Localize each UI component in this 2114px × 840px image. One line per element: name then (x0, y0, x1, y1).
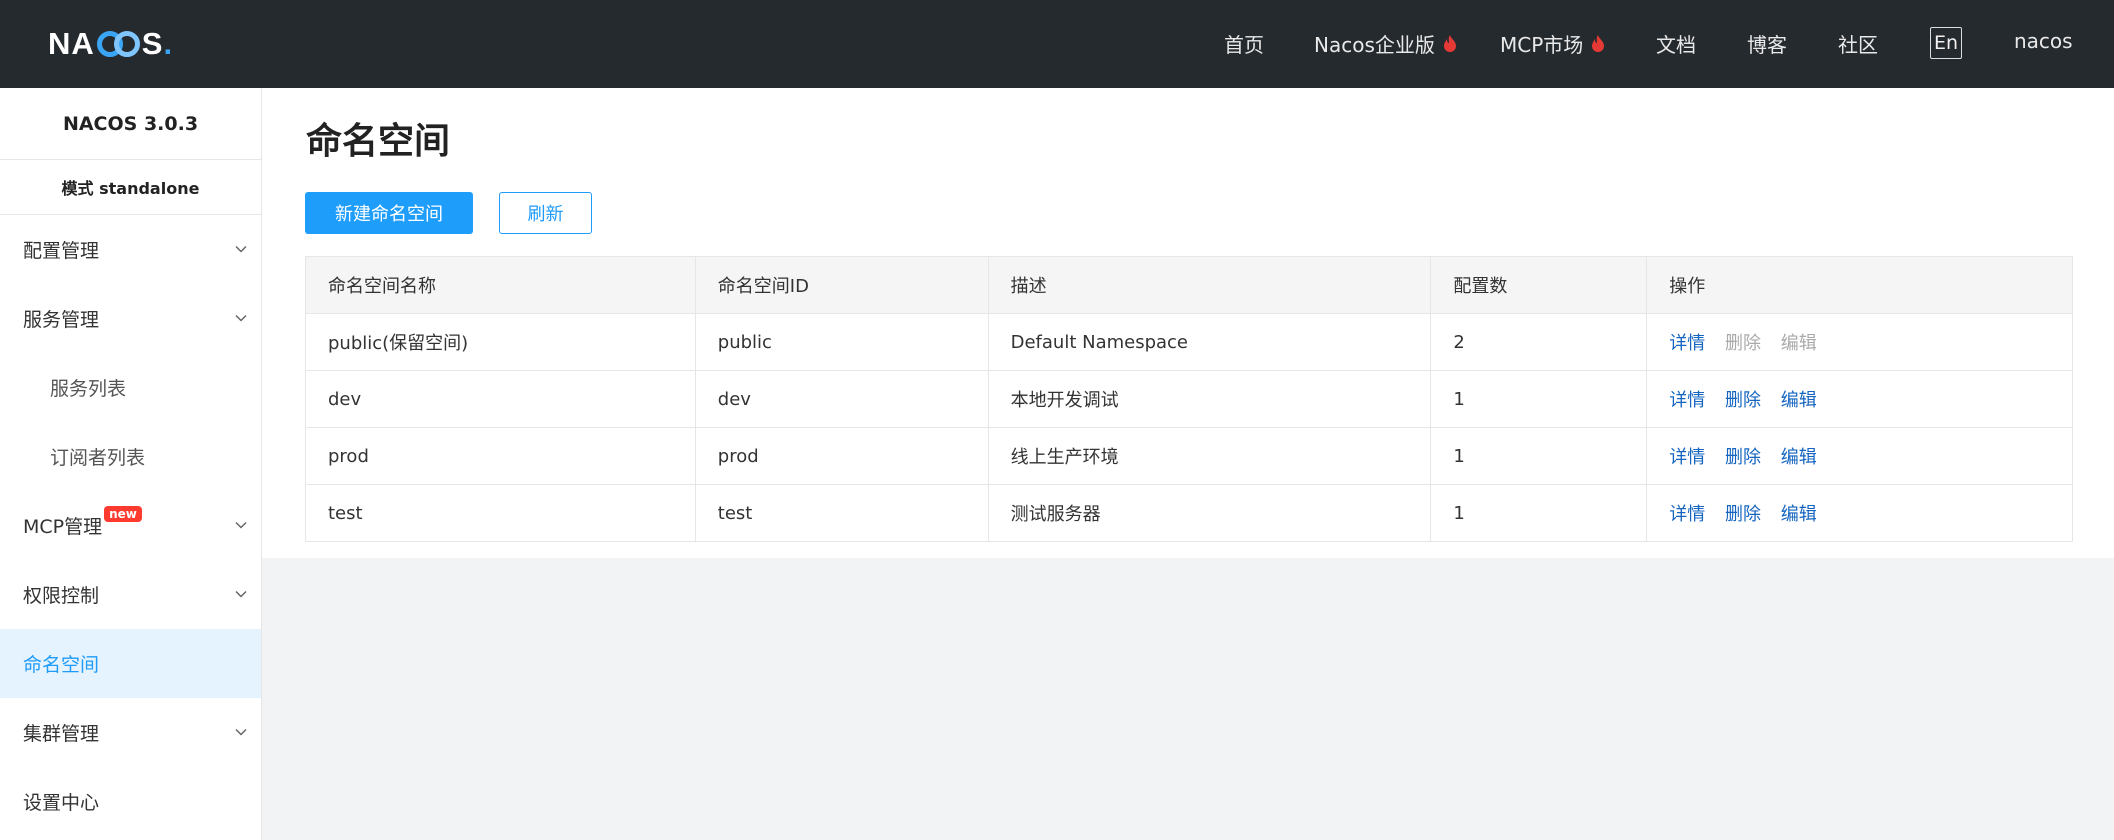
sidebar-item-cluster-management[interactable]: 集群管理 (0, 698, 261, 767)
page-title: 命名空间 (306, 121, 451, 162)
chevron-down-icon (235, 521, 247, 529)
chevron-down-icon (235, 245, 247, 253)
column-header-actions: 操作 (1646, 256, 2073, 314)
cell-config-count: 1 (1430, 427, 1648, 485)
mode-label: 模式 standalone (0, 160, 261, 215)
sidebar-item-namespace[interactable]: 命名空间 (0, 629, 261, 698)
nav-community[interactable]: 社区 (1838, 29, 1878, 58)
detail-link[interactable]: 详情 (1669, 333, 1705, 354)
edit-link[interactable]: 编辑 (1781, 447, 1817, 468)
user-menu[interactable]: nacos (2014, 29, 2073, 53)
sidebar-item-access-control[interactable]: 权限控制 (0, 560, 261, 629)
cell-id: test (694, 484, 989, 542)
nav-docs[interactable]: 文档 (1656, 29, 1696, 58)
sidebar: NACOS 3.0.3 模式 standalone 配置管理 服务管理 服务列表… (0, 88, 262, 840)
sidebar-item-service-management[interactable]: 服务管理 (0, 284, 261, 353)
table-row: test test 测试服务器 1 详情 删除 编辑 (305, 484, 2073, 542)
cell-description: 测试服务器 (987, 484, 1432, 542)
cell-config-count: 1 (1430, 370, 1648, 428)
sidebar-item-label: 集群管理 (23, 723, 100, 745)
fire-icon (1443, 34, 1456, 52)
cell-id: prod (694, 427, 989, 485)
sidebar-item-subscriber-list[interactable]: 订阅者列表 (0, 422, 261, 491)
sidebar-item-label: 权限控制 (23, 585, 100, 607)
nav-home[interactable]: 首页 (1224, 29, 1264, 58)
delete-link-disabled: 删除 (1724, 333, 1761, 354)
column-header-name: 命名空间名称 (305, 256, 696, 314)
refresh-button[interactable]: 刷新 (499, 192, 592, 234)
delete-link[interactable]: 删除 (1725, 390, 1761, 411)
table-row: dev dev 本地开发调试 1 详情 删除 编辑 (305, 370, 2073, 428)
column-header-config-count: 配置数 (1430, 256, 1648, 314)
detail-link[interactable]: 详情 (1669, 390, 1705, 411)
table-row: prod prod 线上生产环境 1 详情 删除 编辑 (305, 427, 2073, 485)
table-row: public(保留空间) public Default Namespace 2 … (305, 313, 2073, 371)
sidebar-item-service-list[interactable]: 服务列表 (0, 353, 261, 422)
sidebar-item-config-management[interactable]: 配置管理 (0, 215, 261, 284)
nav-blog[interactable]: 博客 (1747, 29, 1787, 58)
cell-description: 本地开发调试 (987, 370, 1432, 428)
detail-link[interactable]: 详情 (1669, 504, 1705, 525)
new-badge: new (104, 505, 142, 522)
cell-actions: 详情 删除 编辑 (1646, 313, 2073, 371)
edit-link[interactable]: 编辑 (1781, 504, 1817, 525)
version-label: NACOS 3.0.3 (0, 88, 261, 160)
chevron-down-icon (235, 728, 247, 736)
cell-actions: 详情 删除 编辑 (1646, 370, 2073, 428)
fire-icon (1592, 34, 1605, 52)
sidebar-item-settings-center[interactable]: 设置中心 (0, 767, 261, 836)
table-header-row: 命名空间名称 命名空间ID 描述 配置数 操作 (305, 256, 2073, 314)
top-navbar: NA S. 首页 Nacos企业版 MCP市场 文档 博客 社区 En nacos (0, 0, 2114, 88)
cell-description: Default Namespace (987, 313, 1432, 371)
sidebar-item-label: 配置管理 (23, 240, 100, 262)
cell-description: 线上生产环境 (987, 427, 1432, 485)
cell-id: public (694, 313, 989, 371)
create-namespace-button[interactable]: 新建命名空间 (305, 192, 473, 234)
sidebar-item-label: 服务列表 (50, 378, 127, 400)
delete-link[interactable]: 删除 (1725, 447, 1761, 468)
cell-actions: 详情 删除 编辑 (1646, 427, 2073, 485)
language-toggle[interactable]: En (1930, 27, 1962, 59)
cell-name: prod (305, 427, 696, 485)
sidebar-item-mcp-management[interactable]: MCP管理 new (0, 491, 261, 560)
nav-mcp-market[interactable]: MCP市场 (1500, 29, 1605, 58)
nav-enterprise[interactable]: Nacos企业版 (1314, 29, 1457, 58)
chevron-down-icon (235, 590, 247, 598)
cell-actions: 详情 删除 编辑 (1646, 484, 2073, 542)
cell-name: dev (305, 370, 696, 428)
cell-config-count: 1 (1430, 484, 1648, 542)
nacos-logo[interactable]: NA S. (48, 24, 173, 64)
detail-link[interactable]: 详情 (1669, 447, 1705, 468)
column-header-description: 描述 (987, 256, 1432, 314)
sidebar-item-label: 服务管理 (23, 309, 100, 331)
sidebar-item-label: 订阅者列表 (50, 447, 146, 469)
cell-name: test (305, 484, 696, 542)
edit-link[interactable]: 编辑 (1781, 390, 1817, 411)
delete-link[interactable]: 删除 (1725, 504, 1761, 525)
sidebar-item-label: 命名空间 (23, 654, 100, 676)
logo-rings-icon (96, 31, 140, 57)
cell-config-count: 2 (1430, 313, 1648, 371)
column-header-id: 命名空间ID (694, 256, 989, 314)
cell-id: dev (694, 370, 989, 428)
edit-link-disabled: 编辑 (1780, 333, 1817, 354)
namespace-table: 命名空间名称 命名空间ID 描述 配置数 操作 public(保留空间) pub… (305, 256, 2073, 542)
chevron-down-icon (235, 314, 247, 322)
sidebar-item-label: MCP管理 (23, 516, 103, 538)
cell-name: public(保留空间) (305, 313, 696, 371)
sidebar-item-label: 设置中心 (23, 792, 100, 814)
